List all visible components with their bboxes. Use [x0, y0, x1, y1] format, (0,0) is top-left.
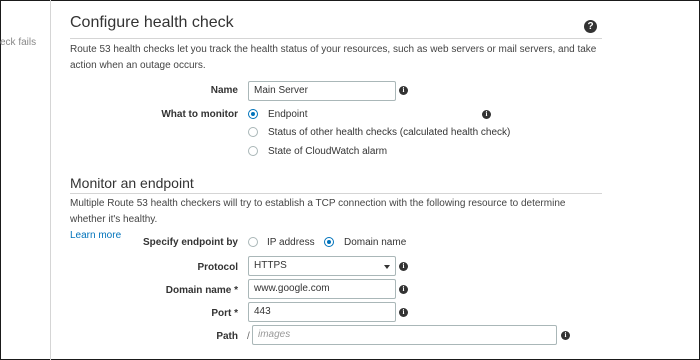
chevron-down-icon	[384, 265, 390, 269]
specify-ip-radio[interactable]	[248, 237, 258, 247]
port-input[interactable]: 443	[248, 302, 396, 322]
monitor-calculated-radio[interactable]	[248, 127, 258, 137]
protocol-info-icon[interactable]: i	[399, 262, 408, 271]
specify-domain-radio[interactable]	[324, 237, 334, 247]
path-label: Path	[216, 331, 238, 342]
specify-endpoint-label: Specify endpoint by	[142, 237, 238, 248]
what-to-monitor-label: What to monitor	[161, 109, 238, 120]
domain-info-icon[interactable]: i	[399, 285, 408, 294]
help-icon[interactable]: ?	[584, 20, 597, 33]
path-info-icon[interactable]: i	[561, 331, 570, 340]
port-info-icon[interactable]: i	[399, 308, 408, 317]
left-nav-item-health-checks[interactable]: eck fails	[0, 37, 36, 48]
monitor-endpoint-label[interactable]: Endpoint	[268, 109, 307, 120]
monitor-calculated-label[interactable]: Status of other health checks (calculate…	[268, 127, 510, 138]
specify-domain-label[interactable]: Domain name	[344, 237, 406, 248]
domain-name-label: Domain name *	[165, 285, 238, 296]
port-label: Port *	[211, 308, 238, 319]
monitor-endpoint-radio[interactable]	[248, 109, 258, 119]
path-input[interactable]: images	[252, 325, 557, 345]
specify-ip-label[interactable]: IP address	[267, 237, 315, 248]
left-nav-divider	[50, 0, 51, 360]
path-prefix: /	[247, 331, 250, 342]
domain-name-input[interactable]: www.google.com	[248, 279, 396, 299]
protocol-label: Protocol	[197, 262, 238, 273]
name-label: Name	[210, 85, 238, 96]
endpoint-section-title: Monitor an endpoint	[70, 175, 194, 191]
protocol-value: HTTPS	[254, 260, 287, 271]
endpoint-description-text: Multiple Route 53 health checkers will t…	[70, 198, 566, 225]
monitor-cloudwatch-radio[interactable]	[248, 146, 258, 156]
configure-divider	[70, 38, 602, 39]
configure-description: Route 53 health checks let you track the…	[70, 44, 597, 71]
monitor-info-icon[interactable]: i	[482, 110, 491, 119]
name-input[interactable]: Main Server	[248, 81, 396, 101]
monitor-cloudwatch-label[interactable]: State of CloudWatch alarm	[268, 146, 387, 157]
configure-section-title: Configure health check	[70, 14, 234, 31]
endpoint-divider	[70, 193, 602, 194]
protocol-select[interactable]: HTTPS	[248, 256, 396, 276]
name-info-icon[interactable]: i	[399, 86, 408, 95]
